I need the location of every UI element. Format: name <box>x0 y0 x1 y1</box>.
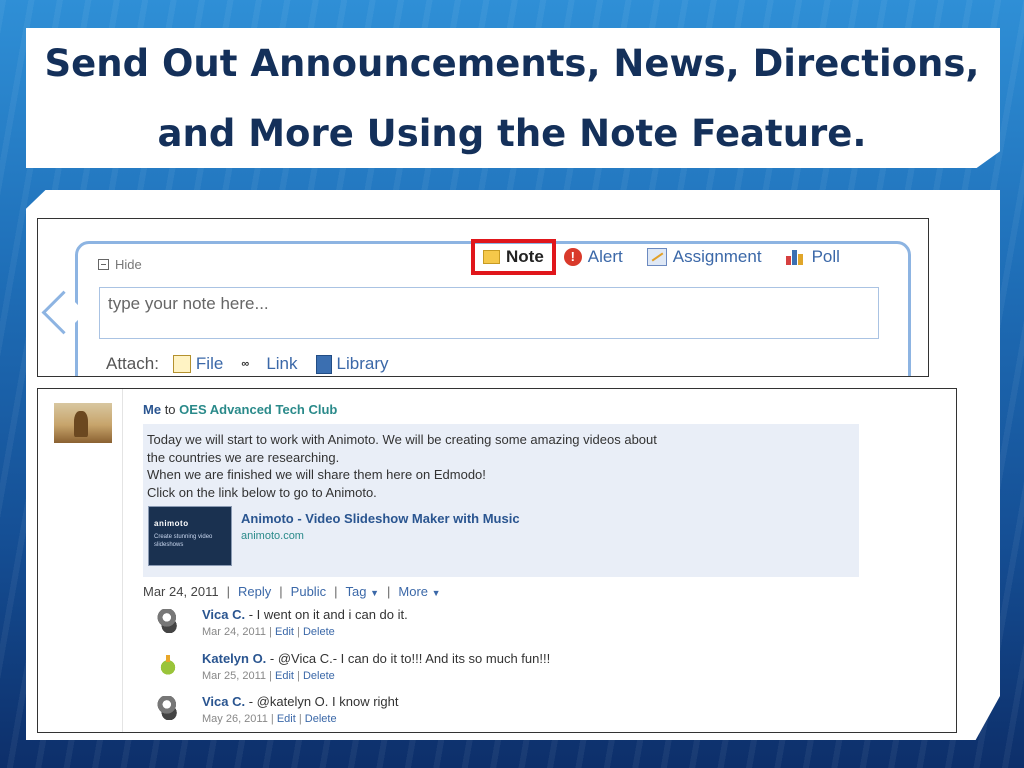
comment-text: Vica C. - @katelyn O. I know right <box>202 694 398 709</box>
note-composer-screenshot: Hide Note ! Alert Assignment Poll type y… <box>37 218 929 377</box>
comment-text: Katelyn O. - @Vica C.- I can do it to!!!… <box>202 651 550 666</box>
post-type-tabs: Note ! Alert Assignment Poll <box>471 239 864 275</box>
tag-dropdown[interactable]: Tag ▼ <box>345 584 379 599</box>
library-icon <box>315 354 332 374</box>
attach-row: Attach: File ∞ Link Library <box>106 354 406 374</box>
post-line-1: Today we will start to work with Animoto… <box>147 432 657 447</box>
comment-meta: Mar 25, 2011 | Edit | Delete <box>202 670 335 682</box>
poll-icon <box>785 249 806 265</box>
delete-link[interactable]: Delete <box>303 626 335 638</box>
post-body: Today we will start to work with Animoto… <box>143 424 859 577</box>
separator: | <box>226 584 231 599</box>
avatar[interactable] <box>54 403 112 443</box>
comment-date: Mar 25, 2011 <box>202 670 267 682</box>
comment-body: - @Vica C.- I can do it to!!! And its so… <box>266 651 551 666</box>
avatar[interactable] <box>156 609 180 633</box>
post-line-4: Click on the link below to go to Animoto… <box>147 484 377 500</box>
comment-date: May 26, 2011 <box>202 713 268 725</box>
attach-library[interactable]: Library <box>315 354 389 374</box>
thumbnail-caption: Create stunning video slideshows <box>154 534 213 548</box>
comment-author[interactable]: Vica C. <box>202 694 245 709</box>
attach-label: Attach: <box>106 354 159 373</box>
attach-library-label: Library <box>336 354 389 373</box>
note-input[interactable]: type your note here... <box>99 287 879 339</box>
post-line-2: the countries we are researching. <box>147 449 340 465</box>
thumbnail-logo: animoto <box>154 519 189 528</box>
chevron-down-icon: ▼ <box>370 588 379 598</box>
public-link[interactable]: Public <box>291 584 326 599</box>
attach-file[interactable]: File <box>172 354 224 374</box>
link-icon: ∞ <box>241 358 250 370</box>
slide-title-line-1: Send Out Announcements, News, Directions… <box>44 42 980 85</box>
tab-assignment[interactable]: Assignment <box>646 247 762 267</box>
post-sender[interactable]: Me <box>143 402 161 417</box>
post-group-link[interactable]: OES Advanced Tech Club <box>179 402 337 417</box>
post-actions: Mar 24, 2011 | Reply | Public | Tag ▼ | … <box>143 584 441 599</box>
attach-file-label: File <box>195 354 224 373</box>
more-dropdown[interactable]: More ▼ <box>398 584 440 599</box>
reply-link[interactable]: Reply <box>238 584 271 599</box>
sidebar-divider <box>122 389 123 732</box>
tab-poll[interactable]: Poll <box>785 247 840 267</box>
link-preview-card[interactable]: animoto Create stunning video slideshows… <box>148 506 848 566</box>
comment-body: - I went on it and i can do it. <box>245 607 408 622</box>
post-screenshot: Me to OES Advanced Tech Club Today we wi… <box>37 388 957 733</box>
more-label: More <box>398 584 429 599</box>
separator: | <box>279 584 283 599</box>
separator: | <box>334 584 338 599</box>
comment-meta: May 26, 2011 | Edit | Delete <box>202 713 337 725</box>
tab-assignment-label: Assignment <box>672 247 762 266</box>
chevron-down-icon: ▼ <box>431 588 441 598</box>
tab-poll-label: Poll <box>811 247 840 266</box>
link-title[interactable]: Animoto - Video Slideshow Maker with Mus… <box>241 510 520 528</box>
post-date: Mar 24, 2011 <box>143 584 219 599</box>
comment-author[interactable]: Katelyn O. <box>202 651 266 666</box>
slide-title-line-2: and More Using the Note Feature. <box>157 112 867 155</box>
tab-alert-label: Alert <box>587 247 623 266</box>
attach-link-label: Link <box>266 354 298 373</box>
link-url[interactable]: animoto.com <box>241 528 304 546</box>
link-thumbnail[interactable]: animoto Create stunning video slideshows <box>148 506 232 566</box>
assignment-icon <box>646 248 667 266</box>
post-to-word: to <box>164 402 176 417</box>
separator: | <box>387 584 391 599</box>
comment-body: - @katelyn O. I know right <box>245 694 399 709</box>
post-header: Me to OES Advanced Tech Club <box>143 402 337 417</box>
comment-text: Vica C. - I went on it and i can do it. <box>202 607 408 622</box>
tab-note-label: Note <box>506 247 544 266</box>
tag-label: Tag <box>345 584 367 599</box>
edit-link[interactable]: Edit <box>275 670 294 682</box>
hide-toggle[interactable]: Hide <box>98 257 142 272</box>
edit-link[interactable]: Edit <box>277 713 296 725</box>
delete-link[interactable]: Delete <box>305 713 337 725</box>
avatar[interactable] <box>156 696 180 720</box>
avatar[interactable] <box>156 653 180 677</box>
attach-link[interactable]: ∞ Link <box>241 354 297 374</box>
file-icon <box>172 355 191 373</box>
comment-author[interactable]: Vica C. <box>202 607 245 622</box>
hide-label: Hide <box>115 257 142 272</box>
tab-note[interactable]: Note <box>471 239 556 275</box>
comment-date: Mar 24, 2011 <box>202 626 267 638</box>
delete-link[interactable]: Delete <box>303 670 335 682</box>
note-icon <box>483 250 500 264</box>
alert-icon: ! <box>563 248 582 266</box>
post-line-3: When we are finished we will share them … <box>147 467 486 482</box>
edit-link[interactable]: Edit <box>275 626 294 638</box>
tab-alert[interactable]: ! Alert <box>563 247 623 267</box>
comment-meta: Mar 24, 2011 | Edit | Delete <box>202 626 335 638</box>
collapse-icon <box>98 259 109 270</box>
